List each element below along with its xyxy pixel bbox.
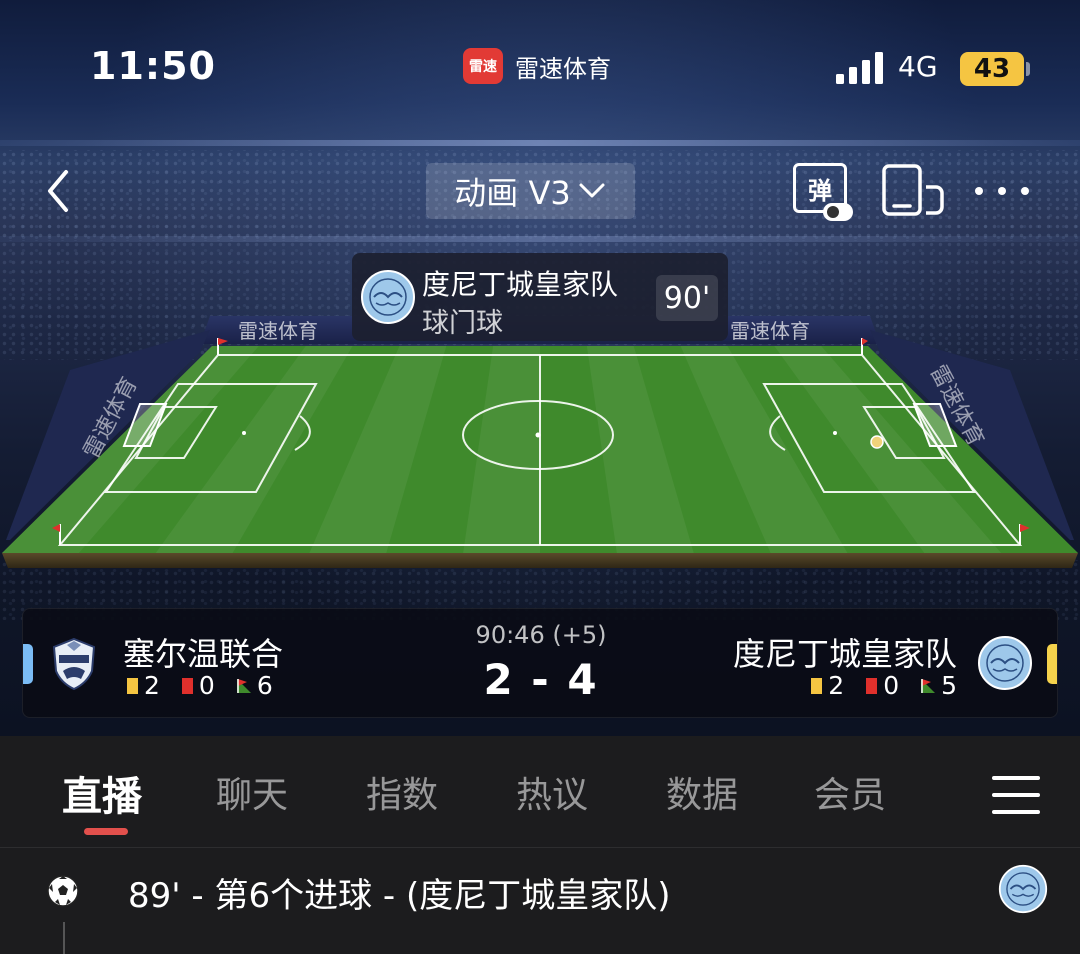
chevron-down-icon	[579, 183, 605, 198]
pitch-base	[2, 553, 1078, 568]
tab-data[interactable]: 数据	[666, 766, 738, 818]
animation-mode-selector[interactable]: 动画 V3	[426, 163, 635, 219]
corner-flag-icon	[921, 678, 936, 693]
status-bar: 11:50 雷速 雷速体育 4G 43	[0, 0, 1080, 135]
ad-board-text: 雷速体育	[730, 319, 810, 343]
soccer-ball-icon	[47, 875, 79, 907]
network-type: 4G	[898, 50, 938, 83]
timeline-connector	[63, 922, 65, 954]
pitch-animation: 雷速体育 雷速体育 雷速体育 雷速体育	[2, 316, 1078, 568]
away-team-name: 度尼丁城皇家队	[732, 635, 957, 673]
back-button[interactable]	[40, 166, 80, 216]
active-tab-indicator	[84, 828, 128, 835]
tab-discussion[interactable]: 热议	[516, 766, 588, 818]
event-popup: 度尼丁城皇家队 球门球 90'	[352, 253, 728, 341]
tab-chat[interactable]: 聊天	[216, 766, 288, 818]
ball-marker	[870, 435, 884, 449]
scoreboard: 塞尔温联合 2 0 6 90:46 (+5) 2 - 4 度尼丁城皇家队 2 0	[22, 608, 1058, 718]
animation-mode-label: 动画 V3	[454, 174, 571, 212]
danmaku-toggle-button[interactable]: 弹	[793, 163, 857, 223]
battery-icon: 43	[960, 52, 1024, 86]
away-team-marker	[1047, 644, 1057, 684]
tab-bar: 直播 聊天 指数 热议 数据 会员	[0, 736, 1080, 848]
more-options-icon[interactable]	[975, 178, 1029, 204]
away-corner-count: 5	[941, 671, 957, 700]
popup-event-type: 球门球	[422, 308, 503, 339]
popup-team-name: 度尼丁城皇家队	[422, 268, 619, 301]
tab-odds[interactable]: 指数	[366, 766, 438, 818]
tab-membership[interactable]: 会员	[814, 766, 886, 818]
tab-live[interactable]: 直播	[62, 764, 142, 822]
yellow-card-icon	[811, 677, 823, 694]
match-animation-area: 11:50 雷速 雷速体育 4G 43 动画 V3 弹 雷速体育 雷速体育 雷速…	[0, 0, 1080, 736]
signal-icon	[836, 52, 883, 84]
timeline-event[interactable]: 89' - 第6个进球 - (度尼丁城皇家队)	[0, 848, 1080, 932]
hamburger-menu-icon[interactable]	[992, 776, 1040, 814]
event-description: 89' - 第6个进球 - (度尼丁城皇家队)	[128, 876, 671, 916]
status-time: 11:50	[90, 44, 216, 88]
away-team-crest-icon	[361, 270, 415, 324]
stadium-rim-light	[0, 236, 1080, 242]
away-yellow-count: 2	[828, 671, 845, 700]
app-logo-icon: 雷速	[463, 48, 503, 84]
event-timeline: 89' - 第6个进球 - (度尼丁城皇家队)	[0, 848, 1080, 954]
popup-minute: 90'	[656, 275, 718, 321]
danmaku-switch	[823, 203, 853, 221]
app-name: 雷速体育	[515, 54, 611, 83]
battery-nub	[1026, 62, 1030, 76]
away-team-crest-icon	[998, 864, 1048, 914]
away-team-crest-icon	[978, 636, 1032, 690]
red-card-icon	[866, 677, 878, 694]
away-team-stats: 2 0 5	[811, 671, 957, 700]
app-badge: 雷速 雷速体育	[463, 48, 611, 84]
away-red-count: 0	[883, 671, 900, 700]
live-match-screen: 11:50 雷速 雷速体育 4G 43 动画 V3 弹 雷速体育 雷速体育 雷速…	[0, 0, 1080, 954]
stadium-rim-light	[0, 140, 1080, 146]
device-switch-icon[interactable]	[880, 163, 946, 217]
ad-board-text: 雷速体育	[238, 319, 318, 343]
